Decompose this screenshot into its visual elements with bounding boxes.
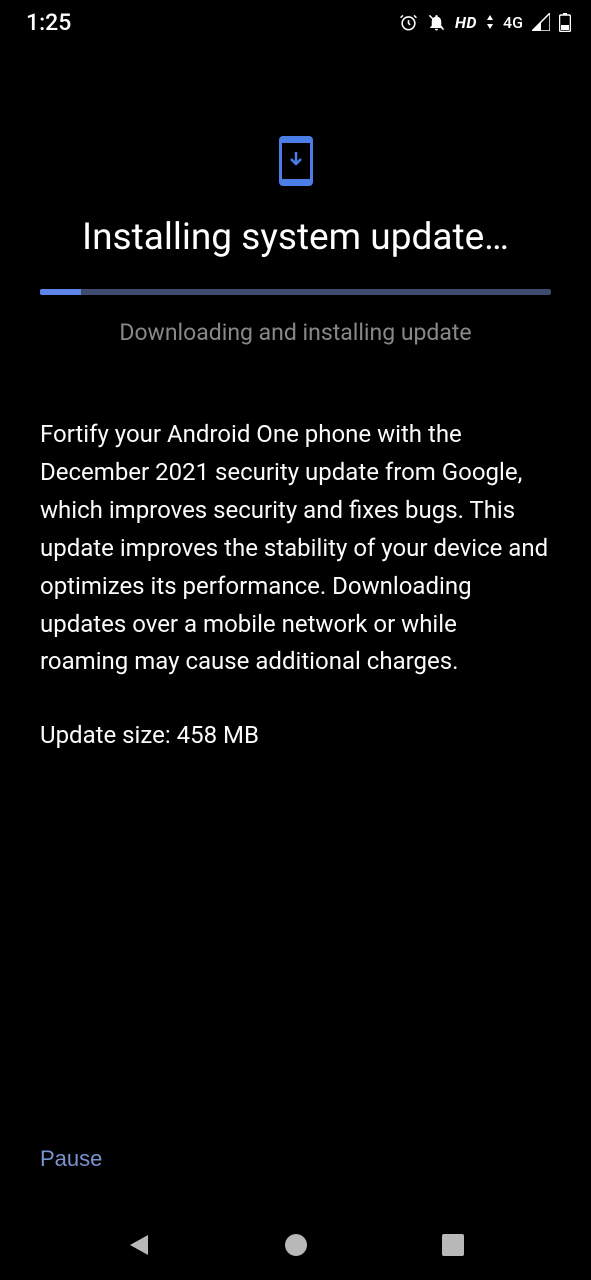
pause-button[interactable]: Pause — [40, 1146, 102, 1172]
main-content: Installing system update… Downloading an… — [0, 44, 591, 1210]
update-description: Fortify your Android One phone with the … — [40, 416, 551, 681]
update-icon-container — [40, 136, 551, 186]
network-type: 4G — [503, 13, 523, 32]
hd-indicator: HD — [455, 13, 477, 32]
data-updown-icon — [486, 15, 494, 29]
status-icons: HD 4G — [399, 13, 571, 32]
action-row: Pause — [40, 1146, 551, 1210]
home-button[interactable] — [256, 1220, 336, 1270]
status-bar: 1:25 HD 4G — [0, 0, 591, 44]
battery-icon — [559, 13, 571, 32]
recents-button[interactable] — [413, 1220, 493, 1270]
back-button[interactable] — [99, 1220, 179, 1270]
navigation-bar — [0, 1210, 591, 1280]
progress-status: Downloading and installing update — [40, 319, 551, 346]
progress-bar — [40, 289, 551, 295]
phone-download-icon — [279, 136, 313, 186]
page-title: Installing system update… — [40, 216, 551, 259]
alarm-icon — [399, 13, 418, 32]
update-size: Update size: 458 MB — [40, 721, 551, 749]
signal-icon — [532, 13, 550, 31]
notifications-off-icon — [427, 13, 446, 32]
progress-fill — [40, 289, 81, 295]
status-time: 1:25 — [26, 9, 71, 36]
